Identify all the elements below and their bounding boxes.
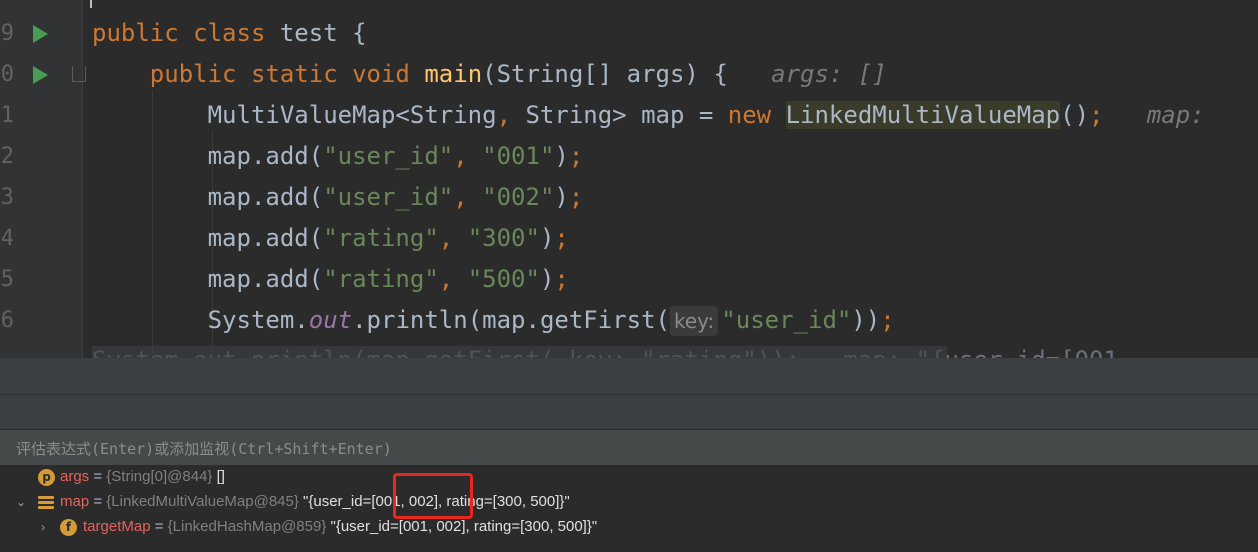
code-text: System.out.println(map.getFirst(key: "use… xyxy=(92,306,895,336)
text-cursor xyxy=(90,0,92,8)
line-number: 0 xyxy=(0,62,14,87)
code-line[interactable]: 6 System.out.println(map.getFirst(key: "u… xyxy=(0,300,1258,341)
line-number: 9 xyxy=(0,21,14,46)
fold-icon[interactable] xyxy=(72,66,86,82)
code-line[interactable]: 4 map.add("rating", "300"); xyxy=(0,218,1258,259)
parameter-hint: key: xyxy=(670,306,719,336)
list-icon xyxy=(38,496,54,510)
inline-debug-value: map: xyxy=(1146,101,1205,129)
variable-equals: = xyxy=(89,468,107,485)
variable-row[interactable]: p args = {String[0]@844} [] xyxy=(0,465,1258,490)
variables-panel: p args = {String[0]@844} [] ⌄ map = {Lin… xyxy=(0,465,1258,552)
code-line[interactable]: 2 map.add("user_id", "001"); xyxy=(0,136,1258,177)
line-number: 6 xyxy=(0,308,14,333)
inline-debug-value: args: [] xyxy=(771,60,887,88)
variable-equals: = xyxy=(150,518,168,535)
panel-splitter[interactable] xyxy=(0,358,1258,394)
code-text: public static void main(String[] args) {… xyxy=(149,60,887,88)
code-line[interactable]: 1 MultiValueMap<String, String> map = ne… xyxy=(0,95,1258,136)
annotation-highlight-box xyxy=(393,473,473,519)
code-text: map.add("rating", "300"); xyxy=(92,224,569,252)
code-text: map.add("rating", "500"); xyxy=(92,265,569,293)
variable-type: {LinkedMultiValueMap@845} xyxy=(106,493,299,510)
code-line[interactable]: 0 public static void main(String[] args)… xyxy=(0,54,1258,95)
chevron-down-icon[interactable]: ⌄ xyxy=(14,495,28,509)
variable-row[interactable]: › f targetMap = {LinkedHashMap@859} "{us… xyxy=(0,515,1258,540)
code-text: MultiValueMap<String, String> map = new … xyxy=(92,101,1205,129)
evaluate-expression-field[interactable]: 评估表达式(Enter)或添加监视(Ctrl+Shift+Enter) xyxy=(0,429,1258,466)
variable-row[interactable]: ⌄ map = {LinkedMultiValueMap@845} "{user… xyxy=(0,490,1258,515)
code-line[interactable]: 9 public class test { xyxy=(0,13,1258,54)
variable-name: targetMap xyxy=(83,518,151,535)
line-number: 5 xyxy=(0,267,14,292)
code-line[interactable]: 5 map.add("rating", "500"); xyxy=(0,259,1258,300)
run-icon[interactable] xyxy=(33,66,48,84)
variable-name: args xyxy=(60,468,90,485)
line-number: 2 xyxy=(0,144,14,169)
code-line[interactable]: 3 map.add("user_id", "002"); xyxy=(0,177,1258,218)
execution-line-highlight xyxy=(92,346,947,358)
code-editor[interactable]: 9 public class test { 0 public static vo… xyxy=(0,0,1258,358)
variable-name: map xyxy=(60,493,90,510)
line-number: 1 xyxy=(0,103,14,128)
chevron-right-icon[interactable]: › xyxy=(36,520,50,534)
debugger-toolbar xyxy=(0,394,1258,429)
code-text: public class test { xyxy=(92,19,367,47)
line-number: 3 xyxy=(0,185,14,210)
evaluate-placeholder: 评估表达式(Enter)或添加监视(Ctrl+Shift+Enter) xyxy=(16,440,392,458)
run-icon[interactable] xyxy=(33,25,48,43)
variable-type: {String[0]@844} xyxy=(106,468,213,485)
field-icon: f xyxy=(60,519,77,536)
variable-value: "{user_id=[001, 002], rating=[300, 500]}… xyxy=(326,518,598,535)
variable-equals: = xyxy=(89,493,107,510)
parameter-icon: p xyxy=(38,469,55,486)
variable-type: {LinkedHashMap@859} xyxy=(167,518,327,535)
line-number: 4 xyxy=(0,226,14,251)
variable-value: [] xyxy=(212,468,225,485)
code-text: map.add("user_id", "001"); xyxy=(92,142,584,170)
code-text: map.add("user_id", "002"); xyxy=(92,183,584,211)
